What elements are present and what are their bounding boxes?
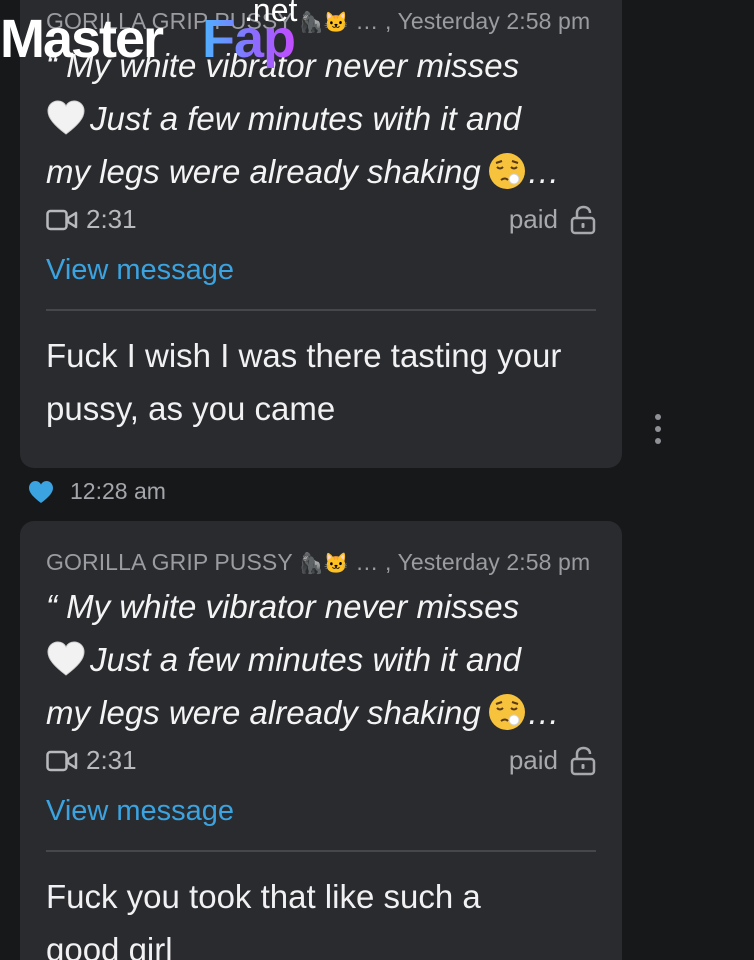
quoted-ellipsis: … — [526, 694, 560, 731]
divider — [46, 309, 596, 311]
reply-message-text: Fuck I wish I was there tasting your pus… — [46, 329, 596, 435]
unlock-icon — [570, 205, 596, 234]
reply-line: Fuck you took that like such a — [46, 878, 481, 915]
header-separator: … , — [348, 549, 398, 575]
watermark-logo: Master Fap .net — [0, 0, 310, 78]
video-duration: 2:31 — [46, 745, 137, 776]
unlock-icon — [570, 746, 596, 775]
video-duration: 2:31 — [46, 204, 137, 235]
watermark-brand-white: Master — [0, 9, 164, 69]
paid-status: paid — [509, 204, 596, 235]
reply-line: pussy, as you came — [46, 390, 336, 427]
view-message-link[interactable]: View message — [46, 795, 596, 828]
tired-face-icon — [488, 153, 525, 189]
quoted-message-header: GORILLA GRIP PUSSY 🦍🐱 … , Yesterday 2:58… — [46, 549, 596, 576]
heart-icon[interactable] — [28, 480, 54, 504]
message-bubble[interactable]: GORILLA GRIP PUSSY 🦍🐱 … , Yesterday 2:58… — [20, 521, 622, 960]
video-duration-text: 2:31 — [86, 204, 137, 234]
view-message-link[interactable]: View message — [46, 254, 596, 287]
media-meta-row: 2:31 paid — [46, 745, 596, 785]
message-status-row: 12:28 am — [28, 478, 166, 505]
watermark-brand-suffix: .net — [244, 0, 298, 28]
chat-screen: GORILLA GRIP PUSSY 🦍🐱 … , Yesterday 2:58… — [0, 0, 754, 960]
reply-line: Fuck I wish I was there tasting your — [46, 337, 562, 374]
paid-label: paid — [508, 745, 558, 775]
media-meta-row: 2:31 paid — [46, 204, 596, 244]
quoted-line: Just a few minutes with it and — [46, 92, 596, 145]
reply-line: good girl — [46, 931, 173, 960]
header-separator: … , — [348, 8, 398, 34]
quoted-line: my legs were already shaking… — [46, 153, 560, 190]
quoted-line: my legs were already shaking… — [46, 694, 560, 731]
video-duration-text: 2:31 — [86, 745, 137, 775]
quoted-timestamp: Yesterday 2:58 pm — [397, 8, 591, 34]
quoted-sender: GORILLA GRIP PUSSY — [46, 549, 293, 575]
reply-message-text: Fuck you took that like such a good girl — [46, 870, 596, 960]
divider — [46, 850, 596, 852]
quoted-timestamp: Yesterday 2:58 pm — [397, 549, 591, 575]
sender-emoji-icon: 🦍🐱 — [298, 553, 349, 575]
quoted-message-text: “ My white vibrator never misses Just a … — [46, 580, 596, 739]
video-camera-icon — [46, 750, 78, 771]
quoted-line: “ My white vibrator never misses — [46, 588, 520, 625]
message-time: 12:28 am — [70, 478, 166, 504]
white-heart-icon — [47, 100, 85, 135]
paid-status: paid — [509, 745, 596, 776]
quoted-ellipsis: … — [526, 153, 560, 190]
tired-face-icon — [488, 694, 525, 730]
white-heart-icon — [47, 641, 85, 676]
more-options-icon[interactable] — [648, 412, 668, 446]
paid-label: paid — [508, 204, 558, 234]
quoted-line: Just a few minutes with it and — [46, 633, 596, 686]
video-camera-icon — [46, 209, 78, 230]
